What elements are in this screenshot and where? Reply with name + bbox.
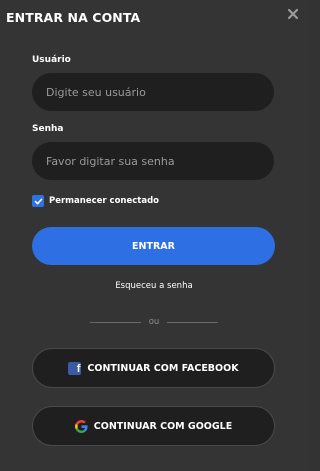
login-button-label: ENTRAR <box>132 240 175 252</box>
login-button[interactable]: ENTRAR <box>32 227 275 265</box>
google-button-label: CONTINUAR COM GOOGLE <box>93 420 233 432</box>
remember-row[interactable]: Permanecer conectado <box>32 195 159 207</box>
password-label: Senha <box>32 124 64 134</box>
modal-title: ENTRAR NA CONTA <box>6 10 141 25</box>
remember-checkbox[interactable] <box>32 195 44 207</box>
or-divider: ou <box>90 316 218 328</box>
username-label: Usuário <box>32 55 71 65</box>
username-input[interactable] <box>32 73 274 111</box>
facebook-login-button[interactable]: f CONTINUAR COM FACEBOOK <box>32 348 275 388</box>
divider-label: ou <box>148 317 160 327</box>
facebook-icon: f <box>68 361 82 375</box>
checkmark-icon <box>34 198 42 204</box>
remember-label: Permanecer conectado <box>49 196 160 206</box>
facebook-button-label: CONTINUAR COM FACEBOOK <box>87 362 239 374</box>
google-login-button[interactable]: CONTINUAR COM GOOGLE <box>32 406 275 446</box>
login-modal: ENTRAR NA CONTA Usuário Senha Permanecer… <box>0 0 308 471</box>
close-icon[interactable] <box>286 7 300 21</box>
divider-line-left <box>90 321 141 323</box>
password-input[interactable] <box>32 142 274 180</box>
forgot-password-link[interactable]: Esqueceu a senha <box>0 281 308 291</box>
google-icon <box>74 419 88 433</box>
divider-line-right <box>167 321 218 323</box>
